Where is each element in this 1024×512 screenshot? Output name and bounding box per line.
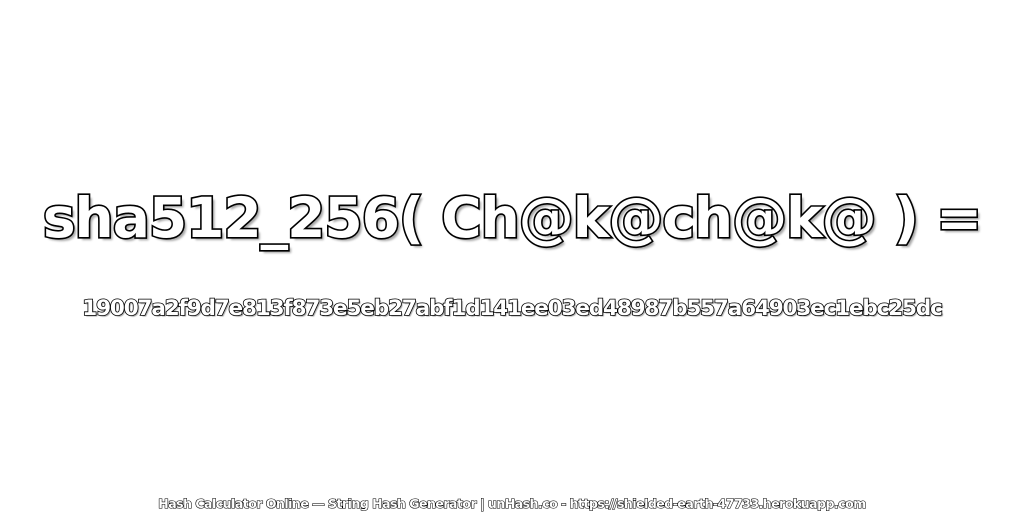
hash-expression-title: sha512_256( Ch@k@ch@k@ ) = (41, 184, 984, 251)
footer-credit-text: Hash Calculator Online — String Hash Gen… (158, 495, 867, 511)
hash-result-value: 19007a2f9d7e813f873e5eb27abf1d141ee03ed4… (81, 295, 943, 322)
